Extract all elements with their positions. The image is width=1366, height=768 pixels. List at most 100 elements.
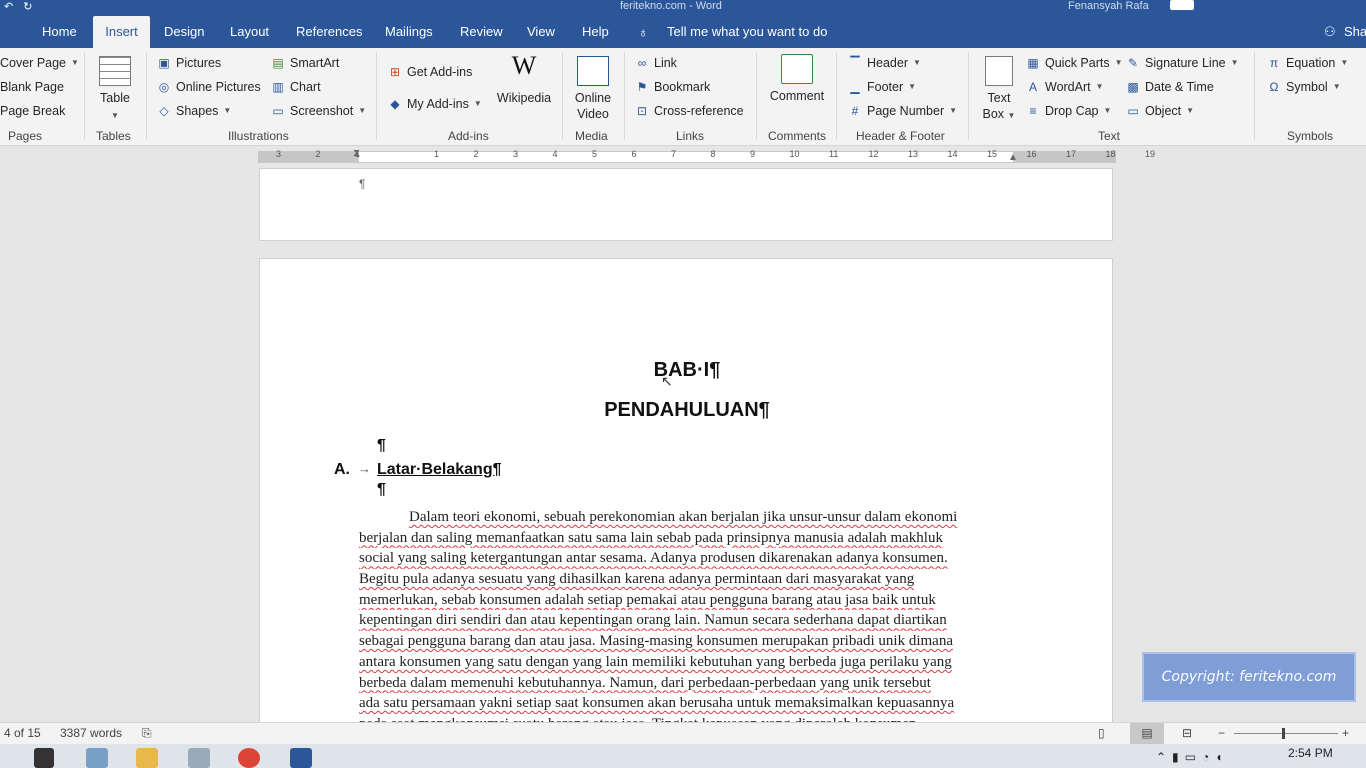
page-break-button[interactable]: Page Break (0, 103, 65, 119)
tab-help[interactable]: Help (582, 16, 609, 48)
online-pictures-button[interactable]: ◎ Online Pictures (157, 79, 261, 95)
link-button[interactable]: ∞ Link (635, 55, 677, 71)
tab-home[interactable]: Home (42, 16, 77, 48)
tell-me-box[interactable]: Tell me what you want to do (667, 16, 827, 48)
clock: 2:54 PM (1288, 746, 1333, 760)
folder-icon[interactable] (136, 748, 158, 768)
wordart-icon: A (1028, 80, 1037, 94)
picture-icon: ▣ (158, 56, 170, 70)
wordart-button[interactable]: A WordArt ▼ (1026, 79, 1104, 95)
bookmark-button[interactable]: ⚑ Bookmark (635, 79, 711, 95)
redo-icon[interactable]: ↻ (23, 0, 32, 13)
symbol-button[interactable]: Ω Symbol ▼ (1267, 79, 1341, 95)
signature-line-button[interactable]: ✎ Signature Line ▼ (1126, 55, 1239, 71)
quick-parts-button[interactable]: ▦ Quick Parts ▼ (1026, 55, 1122, 71)
ruler-number: 2 (473, 149, 479, 159)
title-bar: ↶ ↻ feritekno.com - Word Fenansyah Rafa (0, 0, 1366, 16)
smartart-button[interactable]: ▤ SmartArt (271, 55, 339, 71)
bookmark-icon: ⚑ (636, 80, 648, 94)
ruler-number: 7 (671, 149, 677, 159)
tab-design[interactable]: Design (164, 16, 204, 48)
word-count[interactable]: 3387 words (60, 726, 122, 740)
right-indent-marker-icon[interactable]: ▲ (1008, 152, 1018, 163)
page-number-icon: # (851, 104, 859, 118)
document-page-previous[interactable]: ¶ (259, 168, 1113, 241)
share-button[interactable]: Sha (1344, 16, 1366, 48)
group-separator (968, 52, 969, 140)
group-separator (756, 52, 757, 140)
chevron-down-icon: ▼ (908, 82, 917, 91)
group-separator (376, 52, 377, 140)
comment-button[interactable]: Comment (766, 54, 828, 104)
pilcrow-mark: ¶ (359, 177, 366, 191)
zoom-slider-thumb[interactable] (1282, 728, 1285, 739)
document-area[interactable]: ¶ BAB·I¶ PENDAHULUAN¶ ¶ A. → Latar·Belak… (0, 168, 1366, 722)
print-layout-icon[interactable]: ▤ (1130, 723, 1164, 744)
chevron-down-icon: ▼ (473, 99, 482, 108)
shapes-button[interactable]: ◇ Shapes ▼ (157, 103, 231, 119)
chevron-down-icon: ▼ (949, 106, 958, 115)
section-heading[interactable]: Latar·Belakang¶ (377, 461, 502, 479)
tab-view[interactable]: View (527, 16, 555, 48)
equation-button[interactable]: π Equation ▼ (1267, 55, 1348, 71)
screenshot-button[interactable]: ▭ Screenshot ▼ (271, 103, 366, 119)
blank-page-button[interactable]: Blank Page (0, 79, 64, 95)
tab-arrow: → (358, 461, 371, 476)
app-icon[interactable] (86, 748, 108, 768)
drop-cap-button[interactable]: ≡ Drop Cap ▼ (1026, 103, 1111, 119)
proofing-icon[interactable]: ⎘ (142, 726, 152, 741)
document-page-current[interactable]: BAB·I¶ PENDAHULUAN¶ ¶ A. → Latar·Belakan… (259, 258, 1113, 722)
empty-paragraph-mark: ¶ (377, 437, 386, 454)
chapter-heading[interactable]: BAB·I¶ (260, 359, 1114, 382)
wikipedia-button[interactable]: W Wikipedia (494, 53, 554, 106)
ruler-number: 9 (750, 149, 756, 159)
body-paragraph[interactable]: Dalam teori ekonomi, sebuah perekonomian… (359, 507, 1017, 722)
text-box-button[interactable]: Text Box ▼ (980, 56, 1018, 124)
title-heading[interactable]: PENDAHULUAN¶ (260, 399, 1114, 422)
undo-icon[interactable]: ↶ (4, 0, 13, 13)
horizontal-ruler[interactable]: 3 2 1 1 2 3 4 5 6 7 8 9 10 11 12 13 14 15 16 17 18 19 ⧗ ▲ (0, 146, 1366, 168)
object-button[interactable]: ▭ Object ▼ (1126, 103, 1194, 119)
ruler-number: 3 (276, 149, 282, 159)
online-video-button[interactable]: Online Video (570, 56, 616, 122)
ruler-number: 12 (868, 149, 879, 159)
tab-mailings[interactable]: Mailings (385, 16, 433, 48)
tab-layout[interactable]: Layout (230, 16, 269, 48)
tab-review[interactable]: Review (460, 16, 503, 48)
text-box-icon (985, 56, 1013, 86)
tab-insert[interactable]: Insert (93, 16, 150, 48)
footer-button[interactable]: ▁ Footer ▼ (848, 79, 916, 95)
page-count[interactable]: 4 of 15 (4, 726, 41, 740)
task-view-icon[interactable] (34, 748, 54, 768)
web-layout-icon[interactable]: ⊟ (1182, 726, 1192, 740)
tab-references[interactable]: References (296, 16, 362, 48)
chart-button[interactable]: ▥ Chart (271, 79, 320, 95)
zoom-in-button[interactable]: + (1342, 726, 1349, 740)
cross-reference-button[interactable]: ⊡ Cross-reference (635, 103, 744, 119)
my-addins-button[interactable]: ◆ My Add-ins ▼ (388, 96, 482, 112)
ruler-number: 6 (631, 149, 637, 159)
tray-icons[interactable]: ⌃▮▭◔◖ (1156, 750, 1229, 764)
group-separator (146, 52, 147, 140)
user-avatar[interactable] (1170, 0, 1194, 10)
tab-file[interactable] (0, 16, 14, 48)
pictures-button[interactable]: ▣ Pictures (157, 55, 221, 71)
chrome-icon[interactable] (238, 748, 260, 768)
chevron-down-icon: ▼ (1332, 82, 1341, 91)
zoom-slider[interactable] (1234, 733, 1338, 734)
read-mode-icon[interactable]: ▯ (1098, 726, 1105, 740)
header-button[interactable]: ▔ Header ▼ (848, 55, 921, 71)
group-separator (836, 52, 837, 140)
chevron-down-icon: ▼ (1103, 106, 1112, 115)
indent-marker-icon[interactable]: ⧗ (353, 148, 360, 159)
group-separator (562, 52, 563, 140)
zoom-out-button[interactable]: − (1218, 726, 1225, 740)
ruler-number: 17 (1066, 149, 1077, 159)
page-number-button[interactable]: # Page Number ▼ (848, 103, 957, 119)
app-icon[interactable] (188, 748, 210, 768)
cover-page-button[interactable]: Cover Page ▼ (0, 55, 79, 71)
date-time-button[interactable]: ▩ Date & Time (1126, 79, 1213, 95)
get-addins-button[interactable]: ⊞ Get Add-ins (388, 64, 472, 80)
word-icon[interactable] (290, 748, 312, 768)
table-button[interactable]: Table ▼ (96, 56, 134, 124)
